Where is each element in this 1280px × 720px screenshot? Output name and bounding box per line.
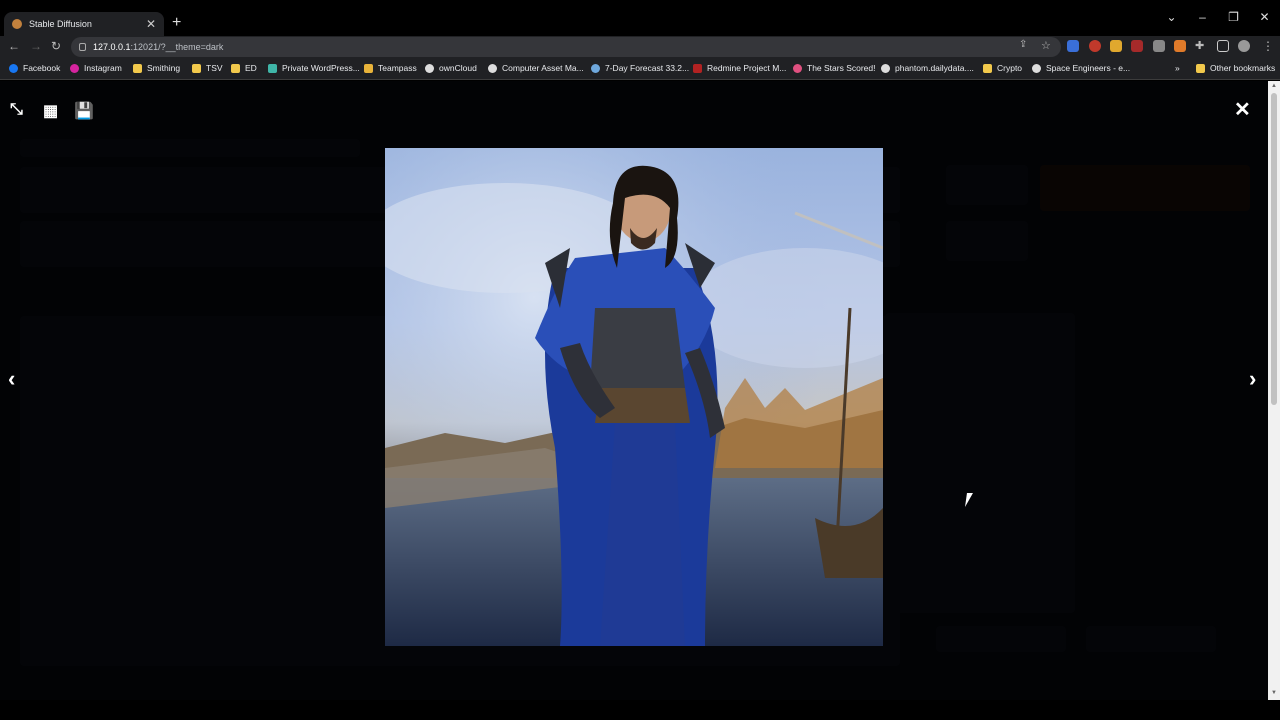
bookmark-item[interactable]: Private WordPress...: [268, 63, 360, 73]
bookmark-favicon-icon: [793, 63, 802, 73]
bookmark-favicon-icon: [9, 63, 18, 73]
bookmark-item[interactable]: Computer Asset Ma...: [488, 63, 584, 73]
bookmark-favicon-icon: [70, 63, 79, 73]
close-window-icon[interactable]: ✕: [1249, 10, 1280, 24]
extension-icon[interactable]: [1110, 40, 1122, 52]
extension-icon[interactable]: [1153, 40, 1165, 52]
bookmark-item[interactable]: The Stars Scored!: [793, 63, 876, 73]
generated-image[interactable]: [385, 148, 883, 646]
address-bar-row: ← → ↻ 127.0.0.1:12021/?__theme=dark ⇪ ☆ …: [0, 36, 1280, 58]
metamask-icon[interactable]: [1174, 40, 1186, 52]
tab-title: Stable Diffusion: [29, 19, 92, 29]
bookmark-star-icon[interactable]: ☆: [1041, 39, 1051, 52]
new-tab-icon[interactable]: +: [172, 14, 181, 32]
bookmark-item[interactable]: Teampass: [364, 63, 417, 73]
browser-tab[interactable]: Stable Diffusion ✕: [4, 12, 164, 36]
globe-icon: [488, 63, 497, 73]
site-info-icon[interactable]: [79, 43, 86, 51]
lightbox-close-icon[interactable]: ✕: [1234, 97, 1251, 122]
restore-icon[interactable]: ❐: [1218, 10, 1249, 24]
forward-icon[interactable]: →: [30, 39, 42, 53]
url-host: 127.0.0.1: [93, 42, 131, 52]
bookmark-folder[interactable]: ED: [231, 63, 257, 73]
ublock-icon[interactable]: [1089, 40, 1101, 52]
folder-icon: [983, 63, 992, 73]
minimize-icon[interactable]: –: [1187, 10, 1218, 24]
profile-avatar[interactable]: [1238, 40, 1250, 52]
folder-icon: [231, 63, 240, 73]
url-field[interactable]: 127.0.0.1:12021/?__theme=dark: [71, 37, 1061, 57]
bookmark-item[interactable]: Redmine Project M...: [693, 63, 786, 73]
bookmark-item[interactable]: Instagram: [70, 63, 122, 73]
fullscreen-toggle-icon[interactable]: ⤡: [10, 101, 23, 119]
reload-icon[interactable]: ↻: [51, 39, 61, 53]
extension-icon[interactable]: [1131, 40, 1143, 52]
favicon-icon: [12, 19, 22, 29]
next-image-icon[interactable]: ›: [1249, 366, 1256, 392]
bottom-edge: [0, 700, 1280, 720]
browser-tab-bar: Stable Diffusion ✕ + ⌄ – ❐ ✕: [0, 0, 1280, 36]
tab-search-icon[interactable]: ⌄: [1156, 10, 1187, 24]
url-path: :12021/?__theme=dark: [130, 42, 224, 52]
bookmark-folder[interactable]: TSV: [192, 63, 223, 73]
bookmarks-bar: Facebook Instagram Smithing TSV ED Priva…: [0, 58, 1280, 80]
bookmark-item[interactable]: 7-Day Forecast 33.2...: [591, 63, 689, 73]
globe-icon: [881, 63, 890, 73]
side-panel-icon[interactable]: [1217, 40, 1229, 52]
bookmark-favicon-icon: [268, 63, 277, 73]
bookmark-item[interactable]: ownCloud: [425, 63, 477, 73]
cloud-icon: [425, 63, 434, 73]
extensions-puzzle-icon[interactable]: ✚: [1195, 39, 1204, 52]
close-tab-icon[interactable]: ✕: [146, 17, 156, 31]
folder-icon: [192, 63, 201, 73]
tile-view-icon[interactable]: ▦: [43, 101, 58, 121]
other-bookmarks[interactable]: Other bookmarks: [1196, 63, 1275, 73]
bookmarks-overflow-icon[interactable]: »: [1175, 63, 1180, 73]
bookmark-favicon-icon: [591, 63, 600, 73]
extension-icon[interactable]: [1067, 40, 1079, 52]
bookmark-favicon-icon: [364, 63, 373, 73]
back-icon[interactable]: ←: [8, 39, 20, 53]
bookmark-folder[interactable]: Smithing: [133, 63, 180, 73]
scroll-down-icon[interactable]: ▼: [1271, 690, 1277, 696]
save-image-icon[interactable]: 💾: [74, 101, 94, 121]
previous-image-icon[interactable]: ‹: [8, 366, 15, 392]
window-controls: ⌄ – ❐ ✕: [1156, 10, 1280, 24]
scrollbar-thumb[interactable]: [1271, 93, 1277, 405]
folder-icon: [1196, 63, 1205, 73]
share-icon[interactable]: ⇪: [1019, 39, 1027, 50]
bookmark-item[interactable]: Facebook: [9, 63, 60, 73]
warrior-illustration: [385, 148, 883, 646]
globe-icon: [1032, 63, 1041, 73]
scroll-up-icon[interactable]: ▲: [1271, 83, 1277, 89]
page-scrollbar[interactable]: ▲ ▼: [1268, 81, 1280, 700]
bookmark-item[interactable]: phantom.dailydata....: [881, 63, 974, 73]
bookmark-item[interactable]: Space Engineers - e...: [1032, 63, 1130, 73]
bookmark-favicon-icon: [693, 63, 702, 73]
menu-kebab-icon[interactable]: ⋮: [1262, 39, 1274, 53]
bookmark-folder[interactable]: Crypto: [983, 63, 1022, 73]
folder-icon: [133, 63, 142, 73]
